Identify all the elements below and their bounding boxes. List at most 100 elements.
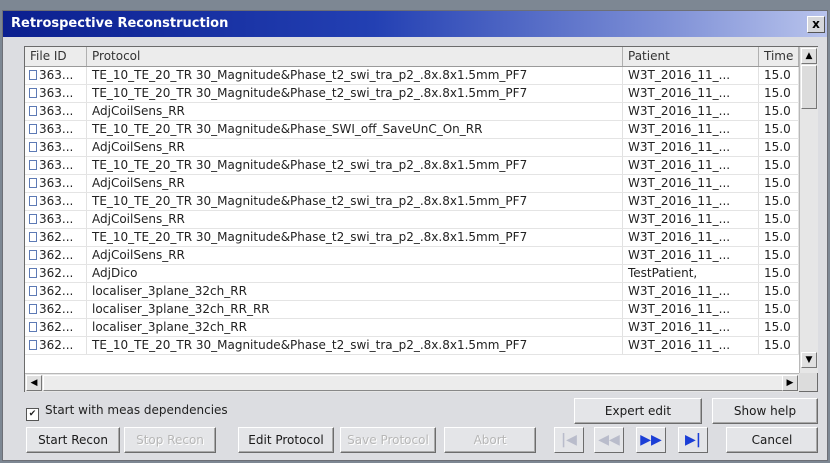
patient-cell: W3T_2016_11_...: [623, 229, 759, 246]
file-id-text: 363...: [39, 212, 74, 226]
protocol-cell: TE_10_TE_20_TR 30_Magnitude&Phase_t2_swi…: [87, 337, 623, 354]
previous-page-icon[interactable]: ◀◀: [594, 427, 624, 453]
patient-cell: W3T_2016_11_...: [623, 283, 759, 300]
file-id-cell: 363...: [25, 157, 87, 174]
table-row[interactable]: 363... TE_10_TE_20_TR 30_Magnitude&Phase_…: [25, 157, 799, 175]
protocol-cell: TE_10_TE_20_TR 30_Magnitude&Phase_t2_swi…: [87, 193, 623, 210]
table-row[interactable]: 363... TE_10_TE_20_TR 30_Magnitude&Phase_…: [25, 121, 799, 139]
protocol-cell: TE_10_TE_20_TR 30_Magnitude&Phase_t2_swi…: [87, 229, 623, 246]
meas-dependencies-checkbox[interactable]: ✔: [26, 408, 39, 421]
file-id-text: 362...: [39, 302, 74, 316]
first-page-icon[interactable]: |◀: [554, 427, 584, 453]
file-id-cell: 363...: [25, 121, 87, 138]
edit-protocol-button[interactable]: Edit Protocol: [238, 427, 334, 453]
horizontal-scroll-thumb[interactable]: [43, 375, 783, 391]
time-cell: 15.0: [759, 175, 799, 192]
file-id-text: 362...: [39, 320, 74, 334]
abort-button[interactable]: Abort: [444, 427, 536, 453]
scroll-up-icon[interactable]: ▲: [801, 48, 817, 64]
scroll-down-icon[interactable]: ▼: [801, 352, 817, 368]
column-header-file-id[interactable]: File ID: [25, 47, 87, 66]
table-row[interactable]: 363... TE_10_TE_20_TR 30_Magnitude&Phase_…: [25, 67, 799, 85]
cancel-button[interactable]: Cancel: [726, 427, 818, 453]
patient-cell: W3T_2016_11_...: [623, 211, 759, 228]
time-cell: 15.0: [759, 103, 799, 120]
scroll-right-icon[interactable]: ▶: [782, 375, 798, 391]
file-id-cell: 362...: [25, 265, 87, 282]
last-page-icon[interactable]: ▶|: [678, 427, 708, 453]
expert-edit-button[interactable]: Expert edit: [574, 398, 702, 424]
scroll-left-icon[interactable]: ◀: [26, 375, 42, 391]
file-id-text: 363...: [39, 122, 74, 136]
table-header: File ID Protocol Patient Time: [25, 47, 799, 67]
table-row[interactable]: 363... AdjCoilSens_RR W3T_2016_11_... 15.0: [25, 103, 799, 121]
title-bar: Retrospective Reconstruction x: [3, 11, 827, 37]
protocol-cell: AdjCoilSens_RR: [87, 103, 623, 120]
time-cell: 15.0: [759, 283, 799, 300]
file-id-text: 363...: [39, 194, 74, 208]
dialog-title: Retrospective Reconstruction: [11, 16, 229, 31]
column-header-protocol[interactable]: Protocol: [87, 47, 623, 66]
patient-cell: W3T_2016_11_...: [623, 121, 759, 138]
time-cell: 15.0: [759, 337, 799, 354]
file-id-text: 362...: [39, 284, 74, 298]
table-row[interactable]: 362... AdjCoilSens_RR W3T_2016_11_... 15.0: [25, 247, 799, 265]
file-icon: [29, 268, 37, 278]
file-icon: [29, 106, 37, 116]
table-row[interactable]: 363... AdjCoilSens_RR W3T_2016_11_... 15.0: [25, 175, 799, 193]
patient-cell: W3T_2016_11_...: [623, 337, 759, 354]
file-id-text: 363...: [39, 140, 74, 154]
file-id-cell: 363...: [25, 103, 87, 120]
file-id-cell: 363...: [25, 193, 87, 210]
file-icon: [29, 286, 37, 296]
file-icon: [29, 214, 37, 224]
show-help-button[interactable]: Show help: [712, 398, 818, 424]
table-row[interactable]: 363... AdjCoilSens_RR W3T_2016_11_... 15.0: [25, 139, 799, 157]
protocol-cell: TE_10_TE_20_TR 30_Magnitude&Phase_SWI_of…: [87, 121, 623, 138]
time-cell: 15.0: [759, 211, 799, 228]
table-row[interactable]: 363... AdjCoilSens_RR W3T_2016_11_... 15.0: [25, 211, 799, 229]
time-cell: 15.0: [759, 121, 799, 138]
next-page-icon[interactable]: ▶▶: [636, 427, 666, 453]
file-icon: [29, 304, 37, 314]
table-row[interactable]: 362... localiser_3plane_32ch_RR_RR W3T_201…: [25, 301, 799, 319]
time-cell: 15.0: [759, 193, 799, 210]
table-row[interactable]: 363... TE_10_TE_20_TR 30_Magnitude&Phase_…: [25, 193, 799, 211]
close-icon[interactable]: x: [807, 16, 825, 33]
protocol-cell: localiser_3plane_32ch_RR: [87, 319, 623, 336]
file-id-cell: 362...: [25, 301, 87, 318]
table-row[interactable]: 362... localiser_3plane_32ch_RR W3T_2016_1…: [25, 283, 799, 301]
protocol-cell: AdjDico: [87, 265, 623, 282]
vertical-scroll-thumb[interactable]: [801, 65, 817, 109]
file-id-cell: 362...: [25, 229, 87, 246]
patient-cell: W3T_2016_11_...: [623, 103, 759, 120]
reconstruction-table: File ID Protocol Patient Time 363... TE_1…: [24, 46, 818, 392]
horizontal-scrollbar[interactable]: ◀ ▶: [25, 373, 799, 392]
time-cell: 15.0: [759, 229, 799, 246]
table-row[interactable]: 362... TE_10_TE_20_TR 30_Magnitude&Phase_…: [25, 229, 799, 247]
file-icon: [29, 322, 37, 332]
save-protocol-button[interactable]: Save Protocol: [340, 427, 436, 453]
start-recon-button[interactable]: Start Recon: [26, 427, 120, 453]
table-row[interactable]: 362... localiser_3plane_32ch_RR W3T_2016_1…: [25, 319, 799, 337]
table-row[interactable]: 363... TE_10_TE_20_TR 30_Magnitude&Phase_…: [25, 85, 799, 103]
table-row[interactable]: 362... TE_10_TE_20_TR 30_Magnitude&Phase_…: [25, 337, 799, 355]
column-header-time[interactable]: Time: [759, 47, 799, 66]
protocol-cell: AdjCoilSens_RR: [87, 175, 623, 192]
time-cell: 15.0: [759, 319, 799, 336]
file-id-cell: 363...: [25, 175, 87, 192]
protocol-cell: AdjCoilSens_RR: [87, 247, 623, 264]
time-cell: 15.0: [759, 139, 799, 156]
column-header-patient[interactable]: Patient: [623, 47, 759, 66]
file-id-text: 363...: [39, 86, 74, 100]
file-id-text: 363...: [39, 104, 74, 118]
file-id-text: 363...: [39, 158, 74, 172]
file-icon: [29, 160, 37, 170]
vertical-scrollbar[interactable]: ▲ ▼: [799, 47, 818, 373]
meas-dependencies-option[interactable]: ✔ Start with meas dependencies: [26, 402, 228, 421]
file-icon: [29, 142, 37, 152]
stop-recon-button[interactable]: Stop Recon: [124, 427, 216, 453]
table-row[interactable]: 362... AdjDico TestPatient, 15.0: [25, 265, 799, 283]
patient-cell: W3T_2016_11_...: [623, 157, 759, 174]
file-id-cell: 363...: [25, 211, 87, 228]
